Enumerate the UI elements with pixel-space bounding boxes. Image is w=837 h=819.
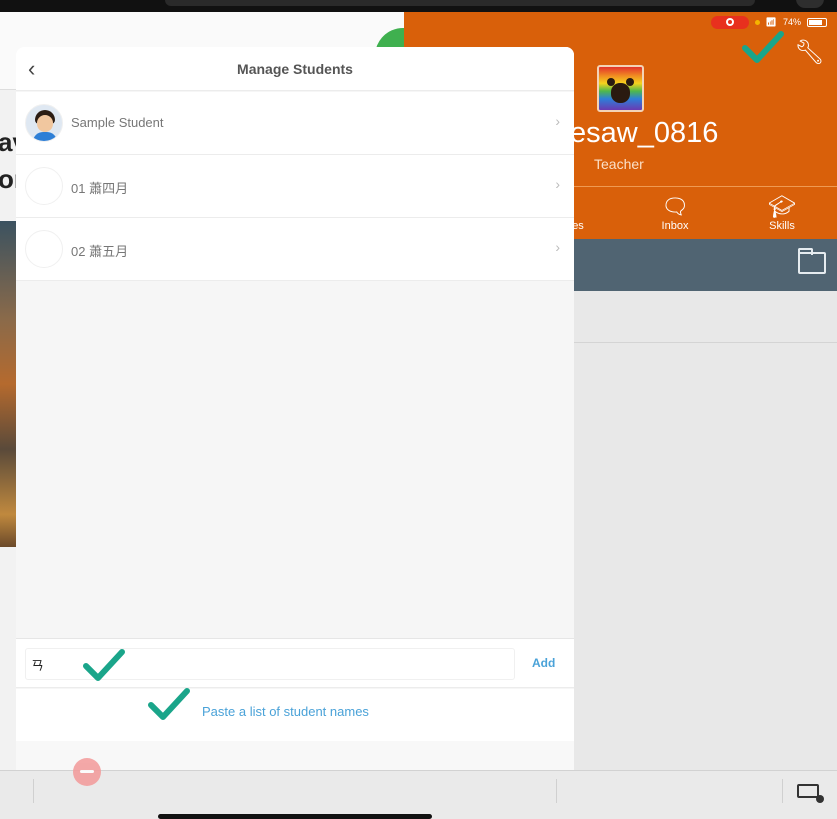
divider: [33, 779, 34, 803]
nav-item-inbox[interactable]: 🗨︎ Inbox: [640, 194, 710, 232]
folder-icon[interactable]: [798, 248, 826, 274]
student-name: Sample Student: [71, 115, 164, 130]
battery-icon: [807, 17, 827, 27]
student-row[interactable]: Sample Student ›: [16, 92, 574, 155]
settings-wrench-icon[interactable]: 🔧︎: [794, 38, 824, 67]
checkmark-annotation-icon: [742, 31, 784, 63]
address-pill: [165, 0, 755, 6]
profile-avatar[interactable]: [597, 65, 644, 112]
keyboard-icon[interactable]: [797, 784, 824, 803]
nav-item-skills[interactable]: 🎓︎ Skills: [747, 194, 817, 232]
chevron-right-icon: ›: [555, 176, 560, 192]
divider: [782, 779, 783, 803]
student-avatar: [25, 104, 63, 142]
status-bar: 📶︎ 74%: [710, 15, 827, 29]
paste-row: Paste a list of student names: [16, 689, 574, 741]
add-button[interactable]: Add: [532, 656, 555, 670]
student-list: Sample Student › 01 蕭四月 › 02 蕭五月 ›: [16, 92, 574, 281]
student-row[interactable]: 01 蕭四月 ›: [16, 155, 574, 218]
top-bezel: [0, 0, 837, 12]
wifi-icon: 📶︎: [765, 16, 777, 27]
modal-title: Manage Students: [237, 61, 353, 77]
student-avatar: [25, 230, 63, 268]
checkmark-annotation-icon: [83, 649, 125, 681]
checkmark-annotation-icon: [148, 688, 190, 720]
nav-label: Inbox: [661, 220, 689, 232]
battery-percent: 74%: [782, 17, 801, 27]
profile-username: esaw_0816: [570, 117, 719, 149]
student-avatar: [25, 167, 63, 205]
mic-indicator-icon: [754, 19, 760, 25]
student-name: 02 蕭五月: [71, 244, 129, 259]
chat-icon: 🗨︎: [661, 194, 689, 219]
keyboard-toolbar: [0, 770, 837, 819]
chevron-right-icon: ›: [555, 239, 560, 255]
nav-label: Skills: [769, 220, 795, 232]
bezel-button: [796, 0, 824, 8]
student-row[interactable]: 02 蕭五月 ›: [16, 218, 574, 281]
recording-indicator: [710, 15, 749, 29]
chevron-right-icon: ›: [555, 113, 560, 129]
touch-indicator-icon: [73, 758, 101, 786]
divider: [556, 779, 557, 803]
paste-list-link[interactable]: Paste a list of student names: [202, 704, 369, 719]
profile-role: Teacher: [594, 156, 644, 172]
graduation-cap-icon: 🎓︎: [768, 194, 796, 219]
modal-header: ‹ Manage Students: [16, 47, 574, 91]
student-name: 01 蕭四月: [71, 181, 129, 196]
home-indicator[interactable]: [158, 814, 432, 819]
